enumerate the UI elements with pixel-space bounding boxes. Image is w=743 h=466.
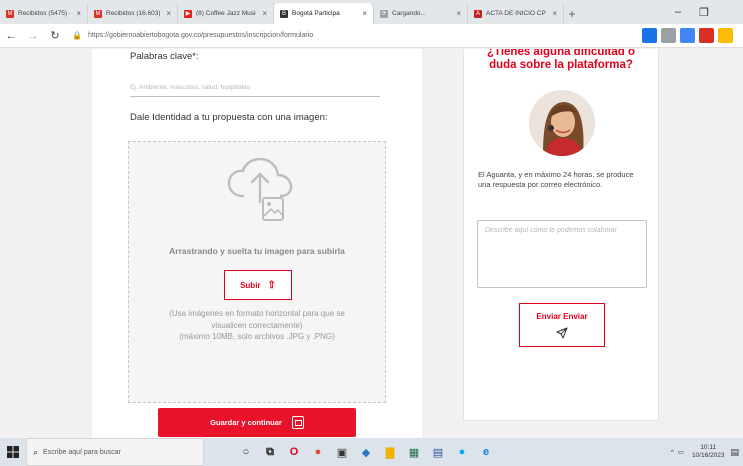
keywords-input[interactable] <box>130 71 380 97</box>
upload-button-label: Subir <box>240 280 261 290</box>
browser-tab[interactable]: B Bogotá Participa × <box>274 3 374 24</box>
reload-button[interactable]: ↻ <box>44 25 66 47</box>
address-text: https://gobiernoabiertobogota.gov.co/pre… <box>87 32 314 39</box>
extensions-area <box>640 28 743 43</box>
tab-close-icon[interactable]: × <box>256 9 267 18</box>
cloud-upload-icon <box>227 158 293 221</box>
photos-icon[interactable]: ◆ <box>354 438 378 466</box>
forward-arrow-icon: → <box>27 29 39 42</box>
word-icon[interactable]: ▤ <box>426 438 450 466</box>
help-panel: ¿Tienes alguna dificultad o duda sobre l… <box>463 49 659 421</box>
tab-label: Recibidos (5475) - fpx <box>18 10 70 17</box>
help-description: El Aguanta, y en máximo 24 horas, se pro… <box>478 170 634 189</box>
cortana-icon[interactable]: ○ <box>234 438 258 466</box>
tab-close-icon[interactable]: × <box>70 9 81 18</box>
help-message-input[interactable] <box>477 220 647 288</box>
forward-button[interactable]: → <box>22 25 44 47</box>
clock[interactable]: 10:11 10/16/2023 <box>692 444 725 460</box>
hint-line: visualicen correctamente) <box>211 320 303 330</box>
notifications-icon[interactable]: ▤ <box>730 447 739 458</box>
tab-label: Recibidos (16.603) - fi <box>106 10 161 17</box>
tab-close-icon[interactable]: × <box>160 9 171 18</box>
avatar-portrait-icon <box>529 90 595 156</box>
tab-favicon-icon: B <box>280 9 288 18</box>
skype-icon[interactable]: ● <box>450 438 474 466</box>
pinned-apps: ○ ⧉ O ● ▣ ◆ ▇ ▦ ▤ ● e <box>234 438 498 466</box>
tab-favicon-icon: M <box>94 9 102 18</box>
back-arrow-icon: ← <box>5 29 17 42</box>
clock-date: 10/16/2023 <box>691 452 725 459</box>
tray-chevron-icon[interactable]: ^ <box>671 449 674 456</box>
tab-strip: MRecibidos (5475) - fpx×MRecibidos (16.6… <box>0 0 743 24</box>
browser-tab[interactable]: ⟳ Cargando... × <box>374 3 468 24</box>
edge-icon[interactable]: e <box>474 438 498 466</box>
image-label: Dale Identidad a tu propuesta con una im… <box>130 112 328 123</box>
maximize-button[interactable]: ❐ <box>691 0 717 24</box>
browser-tab[interactable]: M Recibidos (16.603) - fi× <box>88 3 178 24</box>
save-button-label: Guardar y continuar <box>210 418 282 427</box>
dropzone-hint: (Usa imágenes en formato horizontal para… <box>137 308 377 343</box>
extension-icon[interactable] <box>680 28 695 43</box>
image-dropzone[interactable]: Arrastrando y suelta tu imagen para subi… <box>128 141 386 403</box>
address-field[interactable]: 🔒 https://gobiernoabiertobogota.gov.co/p… <box>72 27 492 45</box>
paper-plane-icon <box>556 327 568 338</box>
tab-favicon-icon: ⟳ <box>380 9 388 18</box>
opera-icon[interactable]: O <box>282 438 306 466</box>
support-agent-avatar <box>529 90 595 156</box>
excel-icon[interactable]: ▦ <box>402 438 426 466</box>
start-button[interactable] <box>0 438 26 466</box>
save-document-icon <box>291 416 304 429</box>
lock-icon: 🔒 <box>72 31 82 40</box>
tab-close-icon[interactable]: × <box>450 9 461 18</box>
send-button[interactable]: Enviar Enviar <box>519 303 605 347</box>
extension-icon[interactable] <box>661 28 676 43</box>
extension-icon[interactable] <box>699 28 714 43</box>
help-title: ¿Tienes alguna dificultad o duda sobre l… <box>486 49 636 71</box>
taskbar-search[interactable]: ⌕ Escribe aquí para buscar <box>26 438 204 466</box>
back-button[interactable]: ← <box>0 25 22 47</box>
address-bar-row: ← → ↻ 🔒 https://gobiernoabiertobogota.go… <box>0 24 743 48</box>
screen: { "browser": { "tabs": [ {"label": "Reci… <box>0 0 743 466</box>
browser-tab[interactable]: ▶ (8) Coffee Jazz Music × <box>178 3 274 24</box>
tab-close-icon[interactable]: × <box>546 9 557 18</box>
clock-time: 10:11 <box>700 444 717 451</box>
reload-icon: ↻ <box>50 30 60 42</box>
tab-close-icon[interactable]: × <box>356 9 367 18</box>
send-button-label: Enviar Enviar <box>536 311 588 321</box>
hint-line: (Usa imágenes en formato horizontal para… <box>169 309 345 318</box>
store-icon[interactable]: ▣ <box>330 438 354 466</box>
network-icon[interactable]: ▭ <box>678 448 684 456</box>
tab-label: Bogotá Participa <box>292 10 340 17</box>
upload-button[interactable]: Subir ⇧ <box>224 270 292 300</box>
proposal-form: Palabras clave*: Dale Identidad a tu pro… <box>92 49 422 438</box>
dropzone-instructions: Arrastrando y suelta tu imagen para subi… <box>169 246 345 256</box>
page-content: Palabras clave*: Dale Identidad a tu pro… <box>0 49 743 438</box>
task-view-icon[interactable]: ⧉ <box>258 438 282 466</box>
tab-label: Cargando... <box>392 10 426 17</box>
upload-arrow-icon: ⇧ <box>267 279 276 291</box>
browser-tab[interactable]: A ACTA DE INICIO CPS × <box>468 3 564 24</box>
extension-icon[interactable] <box>642 28 657 43</box>
chrome-icon[interactable]: ● <box>306 438 330 466</box>
new-tab-button[interactable]: + <box>564 3 580 24</box>
taskbar-search-placeholder: Escribe aquí para buscar <box>43 448 121 456</box>
taskbar: ⌕ Escribe aquí para buscar ○ ⧉ O ● ▣ ◆ ▇ ▦ ▤ ● e ^… <box>0 438 743 466</box>
save-continue-button[interactable]: Guardar y continuar <box>158 408 356 437</box>
keywords-label: Palabras clave*: <box>130 51 199 62</box>
browser-tab[interactable]: M Recibidos (5475) - fpx× <box>0 3 88 24</box>
tab-favicon-icon: A <box>474 9 482 18</box>
windows-logo-icon <box>7 446 19 458</box>
tab-label: ACTA DE INICIO CPS <box>486 10 547 17</box>
tab-favicon-icon: ▶ <box>184 9 192 18</box>
tab-label: (8) Coffee Jazz Music <box>196 10 257 17</box>
minimize-button[interactable]: – <box>665 0 691 24</box>
hint-line: (máximo 10MB, solo archivos .JPG y .PNG) <box>179 332 335 341</box>
system-tray: ^ ▭ 10:11 10/16/2023 ▤ <box>671 438 739 466</box>
search-icon: ⌕ <box>33 446 39 457</box>
explorer-icon[interactable]: ▇ <box>378 438 402 466</box>
extension-icon[interactable] <box>718 28 733 43</box>
tab-favicon-icon: M <box>6 9 14 18</box>
